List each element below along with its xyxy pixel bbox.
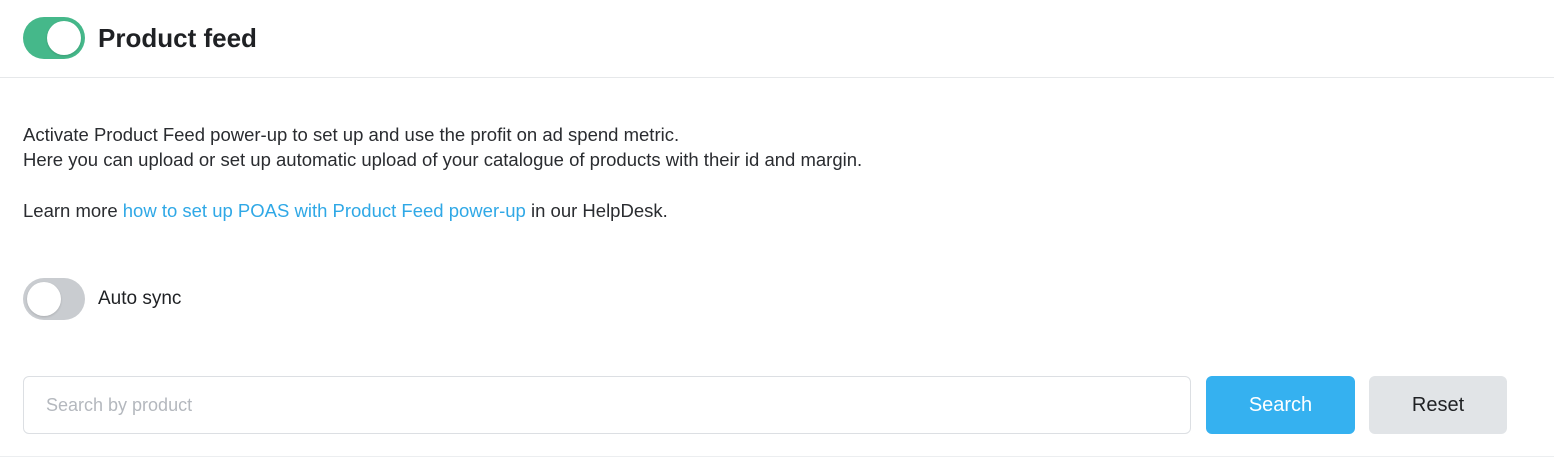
toggle-knob bbox=[27, 282, 61, 316]
helpdesk-link[interactable]: how to set up POAS with Product Feed pow… bbox=[123, 200, 526, 221]
description-line-2: Here you can upload or set up automatic … bbox=[23, 149, 863, 170]
description-line-1: Activate Product Feed power-up to set up… bbox=[23, 124, 680, 145]
learn-more-text: Learn more how to set up POAS with Produ… bbox=[23, 198, 668, 223]
auto-sync-toggle[interactable] bbox=[23, 278, 85, 320]
search-button[interactable]: Search bbox=[1206, 376, 1355, 434]
page-header: Product feed bbox=[0, 0, 1554, 78]
learn-more-prefix: Learn more bbox=[23, 200, 123, 221]
toggle-knob bbox=[47, 21, 81, 55]
description: Activate Product Feed power-up to set up… bbox=[23, 122, 862, 172]
auto-sync-label: Auto sync bbox=[98, 288, 182, 309]
reset-button[interactable]: Reset bbox=[1369, 376, 1507, 434]
search-input[interactable] bbox=[23, 376, 1191, 434]
divider bbox=[0, 456, 1554, 457]
product-feed-toggle[interactable] bbox=[23, 17, 85, 59]
page-title: Product feed bbox=[98, 23, 257, 53]
learn-more-suffix: in our HelpDesk. bbox=[525, 200, 668, 221]
